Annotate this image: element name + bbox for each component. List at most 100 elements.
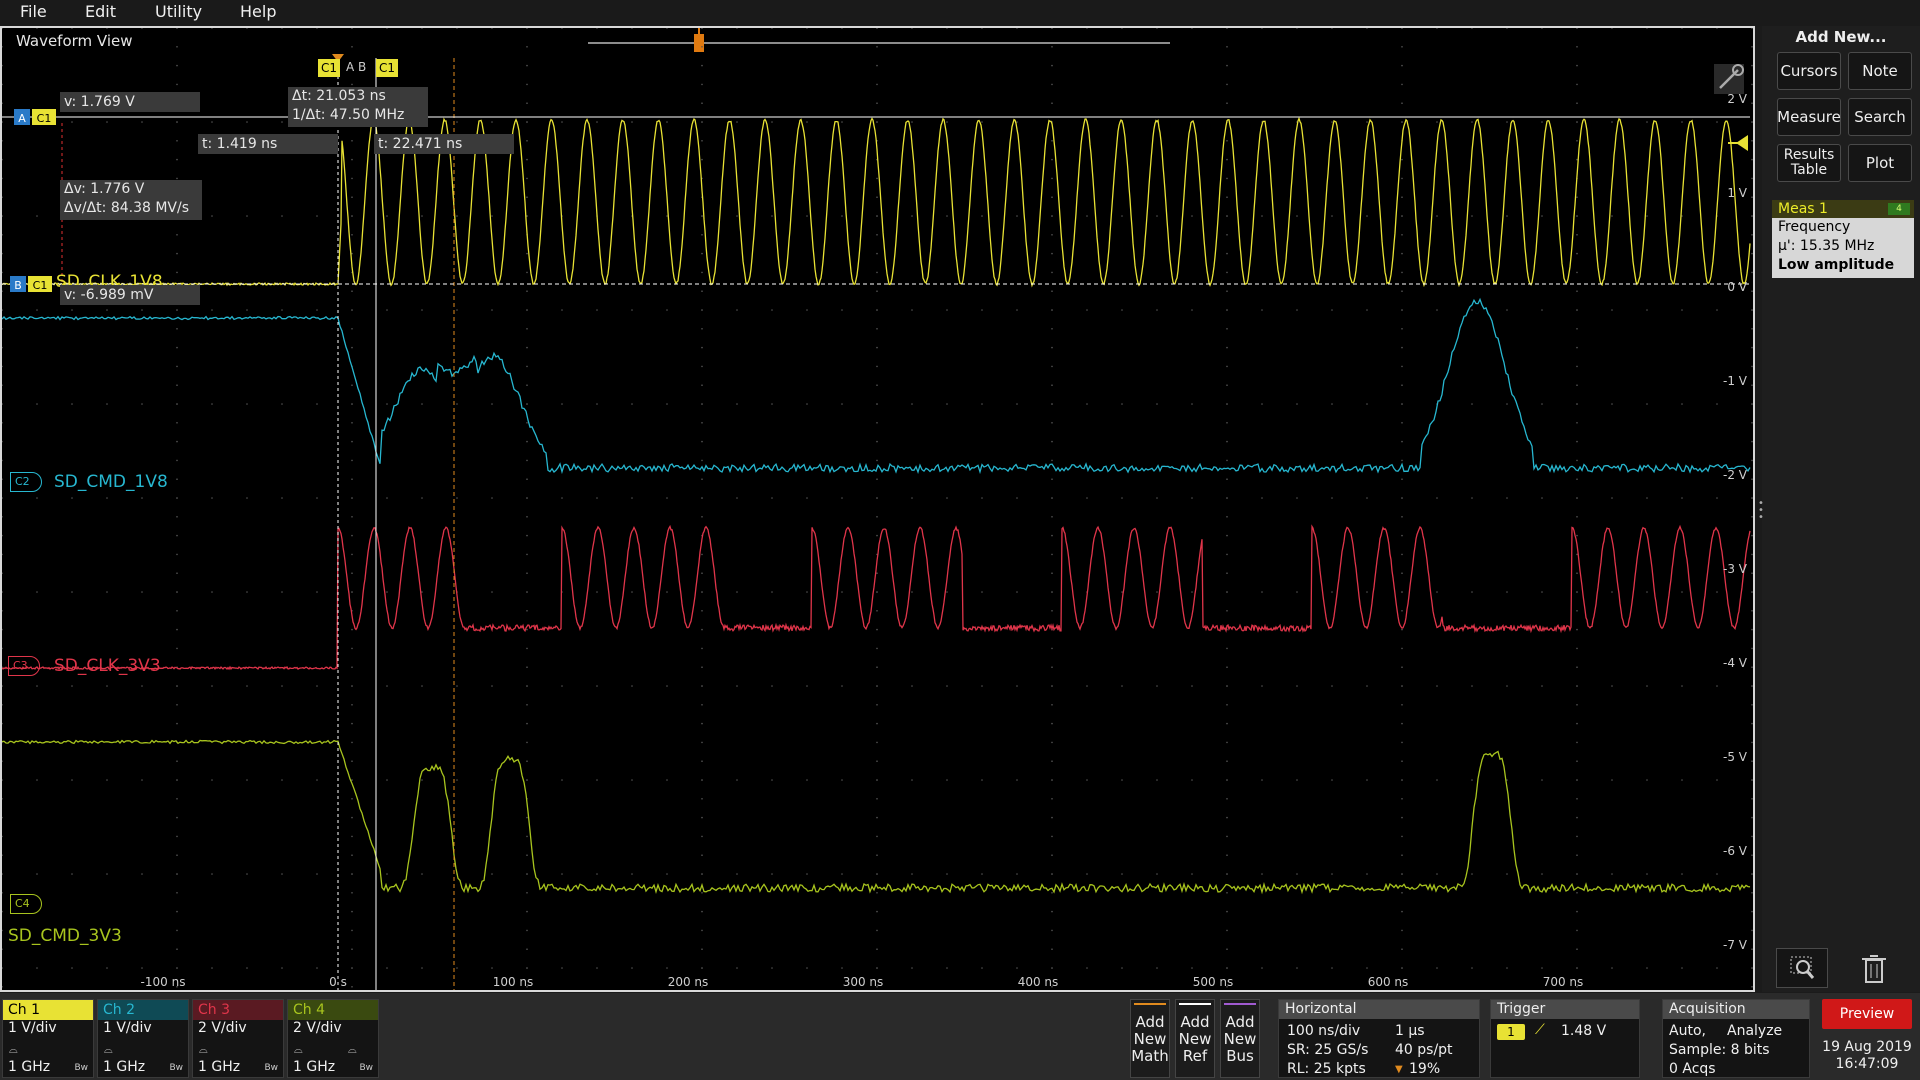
menu-utility[interactable]: Utility (155, 2, 202, 21)
svg-text:A: A (18, 112, 26, 125)
results-table-button[interactable]: Results Table (1777, 144, 1841, 182)
horizontal-settings[interactable]: Horizontal 100 ns/div 1 μs SR: 25 GS/s 4… (1278, 999, 1480, 1078)
bandwidth-limit-icon: Bw (169, 1063, 183, 1073)
menu-file[interactable]: File (20, 2, 47, 21)
cursor-readout-t-a: t: 1.419 ns (198, 134, 338, 154)
trigger-source: 1 (1497, 1024, 1525, 1040)
add-new-bus-button[interactable]: Add New Bus (1220, 999, 1260, 1078)
time-tick-label: -100 ns (141, 975, 186, 989)
ch1-bandwidth: 1 GHz (3, 1059, 50, 1075)
rising-edge-icon: ⟋ (1535, 1022, 1545, 1038)
cursor-ab-separator: A B (346, 60, 366, 74)
voltage-tick-label: -3 V (1723, 562, 1748, 576)
voltage-tick-label: 2 V (1727, 92, 1747, 106)
ch2-label: Ch 2 (98, 1000, 188, 1020)
meas1-source-badge: 4 (1888, 203, 1910, 215)
add-math-label-3: Math (1131, 1048, 1169, 1065)
meas1-badge[interactable]: Meas 1 4 Frequency μ': 15.35 MHz Low ampl… (1772, 200, 1914, 278)
cursor-b-handle[interactable]: C1 (376, 59, 398, 77)
channel-badge-c2[interactable]: C2 (10, 472, 42, 492)
preview-button[interactable]: Preview (1822, 999, 1912, 1029)
menu-bar: File Edit Utility Help (0, 0, 1920, 26)
meas1-warning: Low amplitude (1772, 256, 1914, 275)
delete-button[interactable] (1848, 948, 1900, 988)
time: 16:47:09 (1822, 1056, 1912, 1073)
date-time: 19 Aug 2019 16:47:09 (1822, 1039, 1912, 1077)
acquisition-count: 0 Acqs (1669, 1061, 1716, 1077)
graticule (2, 28, 1753, 990)
svg-text:B: B (14, 279, 22, 292)
note-button[interactable]: Note (1848, 52, 1912, 90)
right-panel: Add New... Cursors Note Measure Search R… (1762, 26, 1920, 992)
meas1-type: Frequency (1772, 218, 1914, 237)
ch2-scale: 1 V/div (98, 1020, 188, 1036)
ch3-bandwidth: 1 GHz (193, 1059, 240, 1075)
waveform-view[interactable]: Waveform View 2 V1 V0 V -1 V -2 V -3 V -4 V-… (0, 26, 1755, 992)
ch1-settings[interactable]: Ch 1 1 V/div ⌓ 1 GHz Bw (2, 999, 94, 1078)
time-tick-label: 600 ns (1368, 975, 1409, 989)
panel-resize-handle[interactable]: • • • (1758, 500, 1762, 524)
voltage-tick-label: 1 V (1727, 186, 1747, 200)
voltage-tick-label: -5 V (1723, 750, 1748, 764)
cursor-readout-dt: Δt: 21.053 ns 1/Δt: 47.50 MHz (288, 87, 428, 127)
trigger-title: Trigger (1491, 1000, 1639, 1019)
trigger-settings[interactable]: Trigger 1 ⟋ 1.48 V (1490, 999, 1640, 1078)
horizontal-duration: 1 μs (1395, 1023, 1425, 1039)
channel-badge-c3[interactable]: C3 (8, 656, 40, 676)
channel-marker-c1-b[interactable]: B C1 (10, 276, 52, 292)
time-tick-label: 400 ns (1018, 975, 1059, 989)
measure-button[interactable]: Measure (1777, 98, 1841, 136)
time-tick-label: 300 ns (843, 975, 884, 989)
channel-marker-c1[interactable]: A C1 (14, 109, 56, 125)
horizontal-title: Horizontal (1279, 1000, 1479, 1019)
voltage-tick-label: -1 V (1723, 374, 1748, 388)
add-bus-label-3: Bus (1221, 1048, 1259, 1065)
channel-name-c2: SD_CMD_1V8 (54, 472, 168, 492)
add-new-math-button[interactable]: Add New Math (1130, 999, 1170, 1078)
add-new-ref-button[interactable]: Add New Ref (1175, 999, 1215, 1078)
ch1-scale: 1 V/div (3, 1020, 93, 1036)
zoom-overview-handle[interactable] (694, 34, 704, 52)
add-ref-label-1: Add (1176, 1014, 1214, 1031)
waveform-ch4[interactable] (2, 741, 1750, 893)
channel-badge-c4[interactable]: C4 (10, 894, 42, 914)
time-tick-label: 700 ns (1543, 975, 1584, 989)
bandwidth-limit-icon: Bw (359, 1063, 373, 1073)
voltage-axis: 2 V1 V0 V-1 V-2 V-3 V-4 V-5 V-6 V-7 V (1723, 92, 1748, 952)
ch4-settings[interactable]: Ch 4 2 V/div ⌓ ⌓ 1 GHz Bw (287, 999, 379, 1078)
acquisition-settings[interactable]: Acquisition Auto, Analyze Sample: 8 bits… (1662, 999, 1810, 1078)
plot-button[interactable]: Plot (1848, 144, 1912, 182)
time-axis: -100 ns 0 s 100 ns 200 ns 300 ns 400 ns 500 ns… (141, 975, 1584, 989)
probe-icon: ⌓ (104, 1043, 113, 1057)
ch4-label: Ch 4 (288, 1000, 378, 1020)
cursor-readout-v-b: v: -6.989 mV (60, 285, 200, 305)
search-button[interactable]: Search (1848, 98, 1912, 136)
cursor-a-handle[interactable]: C1 (318, 59, 340, 77)
bandwidth-limit-icon: Bw (264, 1063, 278, 1073)
add-bus-label-2: New (1221, 1031, 1259, 1048)
sample-rate: SR: 25 GS/s (1287, 1042, 1368, 1058)
ch4-scale: 2 V/div (288, 1020, 378, 1036)
time-tick-label: 200 ns (668, 975, 709, 989)
voltage-tick-label: -4 V (1723, 656, 1748, 670)
waveform-ch3[interactable] (2, 527, 1750, 670)
add-ref-label-2: New (1176, 1031, 1214, 1048)
channel-name-c3: SD_CLK_3V3 (54, 656, 161, 676)
add-new-title: Add New... (1762, 28, 1920, 46)
menu-edit[interactable]: Edit (85, 2, 116, 21)
record-length: RL: 25 kpts (1287, 1061, 1366, 1077)
waveform-ch2[interactable] (2, 299, 1750, 472)
svg-text:C1: C1 (33, 279, 48, 292)
ch3-settings[interactable]: Ch 3 2 V/div ⌓ 1 GHz Bw (192, 999, 284, 1078)
acquisition-analyze: Analyze (1727, 1023, 1782, 1039)
menu-help[interactable]: Help (240, 2, 276, 21)
ch3-scale: 2 V/div (193, 1020, 283, 1036)
handle-icon[interactable] (1714, 64, 1744, 94)
cursors-button[interactable]: Cursors (1777, 52, 1841, 90)
ch4-bandwidth: 1 GHz (288, 1059, 335, 1075)
zoom-button[interactable] (1776, 948, 1828, 988)
ch2-settings[interactable]: Ch 2 1 V/div ⌓ 1 GHz Bw (97, 999, 189, 1078)
waveform-plot[interactable]: 2 V 1 V 0 V -1 V -2 V -3 V -4 V -5 V -6 V -7 V -1… (2, 28, 1753, 990)
cursor-readout-t-b: t: 22.471 ns (374, 134, 514, 154)
probe-icon: ⌓ (348, 1043, 357, 1057)
